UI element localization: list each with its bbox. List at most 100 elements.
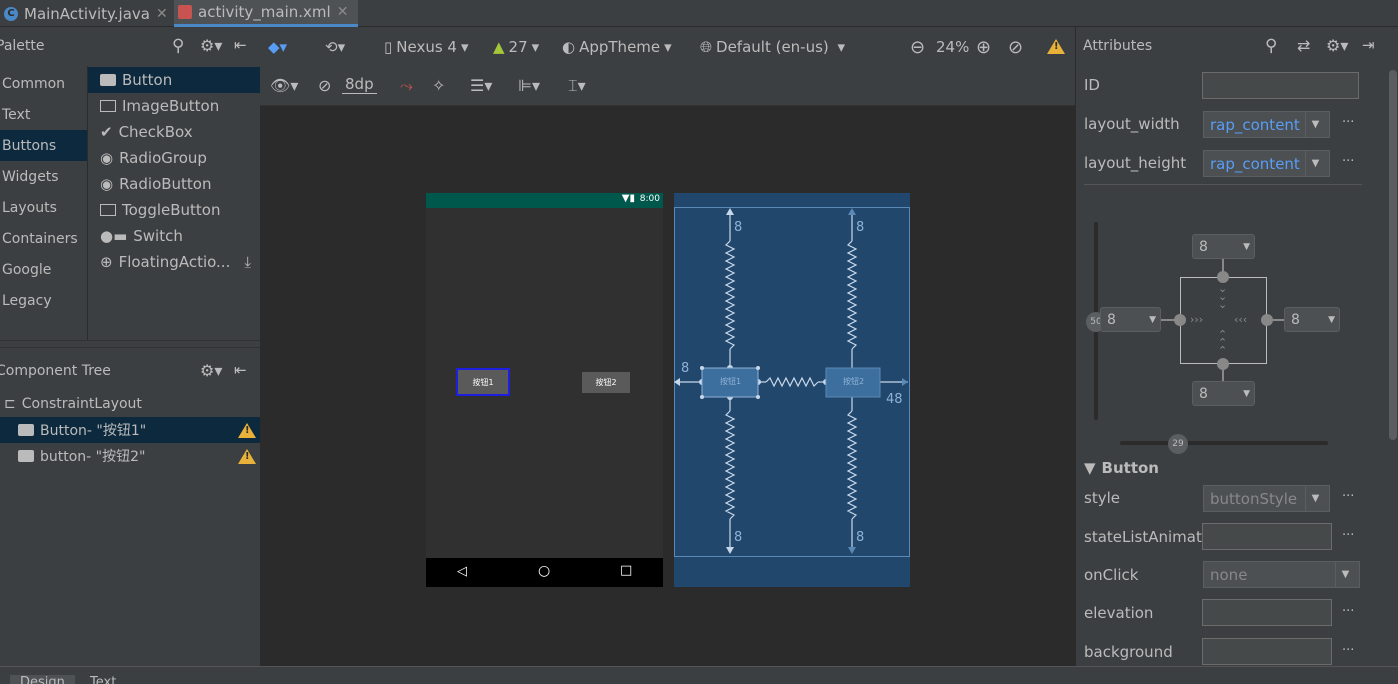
tab-main-activity[interactable]: C MainActivity.java ✕ bbox=[0, 0, 172, 27]
zoom-in-icon[interactable]: ⊕ bbox=[976, 37, 991, 58]
device-label: Nexus 4 bbox=[396, 38, 457, 56]
tree-root[interactable]: ⊏ ConstraintLayout bbox=[0, 391, 260, 417]
more-icon[interactable]: ··· bbox=[1342, 528, 1354, 543]
warning-icon[interactable] bbox=[238, 422, 256, 438]
margin-label: 8 bbox=[734, 220, 743, 235]
margin-top-dropdown[interactable]: 8 ▼ bbox=[1192, 234, 1255, 259]
more-icon[interactable]: ··· bbox=[1342, 489, 1354, 504]
locale-selector[interactable]: 🌐︎ Default (en-us) ▾ bbox=[700, 37, 845, 57]
design-surface-icon[interactable]: ◆▾ bbox=[268, 37, 287, 57]
palette-item-button[interactable]: Button bbox=[88, 67, 260, 93]
infer-constraints-icon[interactable]: ✧ bbox=[432, 76, 445, 95]
palette-item-checkbox[interactable]: ✔ CheckBox bbox=[88, 119, 260, 145]
constraint-springs: ⌄ ⌄ ⌄ ››› ‹‹‹ ⌃ ⌃ ⌃ bbox=[1180, 277, 1267, 364]
collapse-panel-icon[interactable]: ⇤ bbox=[234, 36, 247, 54]
palette-item-togglebutton[interactable]: ToggleButton bbox=[88, 197, 260, 223]
palette-item-label: RadioButton bbox=[119, 175, 212, 193]
layout-width-dropdown[interactable]: rap_content ▼ bbox=[1203, 111, 1330, 138]
state-list-field[interactable] bbox=[1202, 523, 1332, 550]
margin-bottom-dropdown[interactable]: 8 ▼ bbox=[1192, 381, 1255, 406]
status-time: 8:00 bbox=[639, 194, 660, 204]
close-icon[interactable]: ✕ bbox=[337, 4, 349, 20]
chevron-down-icon: ▼ bbox=[1243, 388, 1250, 399]
theme-selector[interactable]: ◐ AppTheme ▾ bbox=[562, 37, 672, 57]
preview-button1[interactable]: 按钮1 bbox=[456, 368, 510, 396]
guidelines-icon[interactable]: ⌶▾ bbox=[568, 76, 586, 96]
search-icon[interactable]: ⚲ bbox=[172, 36, 184, 56]
preview-button2[interactable]: 按钮2 bbox=[582, 372, 630, 393]
panel-splitter[interactable] bbox=[0, 340, 260, 348]
palette-category[interactable]: Buttons bbox=[0, 130, 87, 161]
clear-constraints-icon[interactable]: ⤳ bbox=[400, 76, 413, 96]
spring-icon: ‹‹‹ bbox=[1234, 313, 1248, 326]
horizontal-bias-slider[interactable] bbox=[1120, 441, 1328, 445]
onclick-dropdown[interactable]: none ▼ bbox=[1203, 561, 1360, 588]
button-section-header[interactable]: ▼ Button bbox=[1084, 459, 1159, 477]
tab-design[interactable]: Design bbox=[10, 675, 75, 684]
image-icon bbox=[100, 100, 116, 112]
toggle-icon bbox=[100, 204, 116, 216]
warning-icon[interactable] bbox=[238, 448, 256, 464]
eye-icon[interactable]: 👁︎▾ bbox=[270, 76, 298, 95]
constraint-line bbox=[1222, 258, 1224, 272]
tab-activity-main[interactable]: activity_main.xml ✕ bbox=[174, 0, 358, 27]
gear-icon[interactable]: ⚙▾ bbox=[1326, 36, 1348, 55]
palette-item-fab[interactable]: ⊕ FloatingActio... ⤓ bbox=[88, 249, 260, 275]
collapse-panel-icon[interactable]: ⇤ bbox=[234, 361, 247, 379]
palette-category[interactable]: Containers bbox=[0, 223, 87, 254]
palette-item-radiogroup[interactable]: ◉ RadioGroup bbox=[88, 145, 260, 171]
id-field[interactable] bbox=[1202, 72, 1359, 99]
more-icon[interactable]: ··· bbox=[1342, 604, 1354, 619]
zoom-fit-icon[interactable]: ⊘ bbox=[1008, 37, 1023, 58]
zoom-level: 24% bbox=[936, 38, 970, 56]
swap-view-icon[interactable]: ⇄ bbox=[1297, 36, 1310, 55]
palette-category[interactable]: Layouts bbox=[0, 192, 87, 223]
elevation-field[interactable] bbox=[1202, 599, 1332, 626]
palette-item-radiobutton[interactable]: ◉ RadioButton bbox=[88, 171, 260, 197]
download-icon[interactable]: ⤓ bbox=[244, 253, 251, 271]
warning-icon[interactable] bbox=[1047, 39, 1065, 54]
palette-category[interactable]: Google bbox=[0, 254, 87, 285]
margin-right-dropdown[interactable]: 8 ▼ bbox=[1284, 307, 1340, 332]
style-dropdown[interactable]: buttonStyle ▼ bbox=[1203, 485, 1330, 512]
more-icon[interactable]: ··· bbox=[1342, 115, 1354, 130]
palette-category[interactable]: Text bbox=[0, 99, 87, 130]
tree-item-button2[interactable]: button- "按钮2" bbox=[0, 443, 260, 469]
collapse-panel-icon[interactable]: ⇥ bbox=[1362, 36, 1375, 54]
default-margin[interactable]: 8dp bbox=[342, 75, 377, 94]
gear-icon[interactable]: ⚙▾ bbox=[200, 36, 222, 55]
align-icon[interactable]: ⊫▾ bbox=[518, 76, 540, 95]
button-label: 按钮2 bbox=[595, 378, 617, 387]
background-field[interactable] bbox=[1202, 638, 1332, 665]
tree-item-button1[interactable]: Button- "按钮1" bbox=[0, 417, 260, 443]
palette-title: Palette bbox=[0, 38, 45, 54]
horizontal-bias-thumb[interactable]: 29 bbox=[1168, 434, 1188, 454]
close-icon[interactable]: ✕ bbox=[156, 6, 168, 22]
orientation-icon[interactable]: ⟲▾ bbox=[325, 37, 345, 57]
device-selector[interactable]: ▯ Nexus 4 ▾ bbox=[384, 37, 469, 57]
gear-icon[interactable]: ⚙▾ bbox=[200, 361, 222, 380]
constraint-handle-left[interactable] bbox=[1174, 314, 1186, 326]
palette-item-label: Button bbox=[122, 71, 173, 89]
design-canvas[interactable] bbox=[260, 106, 1075, 666]
palette-category[interactable]: Widgets bbox=[0, 161, 87, 192]
more-icon[interactable]: ··· bbox=[1342, 154, 1354, 169]
palette-item-switch[interactable]: ●▬ Switch bbox=[88, 223, 260, 249]
theme-label: AppTheme bbox=[579, 38, 661, 56]
layout-height-dropdown[interactable]: rap_content ▼ bbox=[1203, 150, 1330, 177]
palette-item-imagebutton[interactable]: ImageButton bbox=[88, 93, 260, 119]
tab-text[interactable]: Text bbox=[80, 675, 126, 684]
palette-category[interactable]: Legacy bbox=[0, 285, 87, 316]
editor-tab-bar: C MainActivity.java ✕ activity_main.xml … bbox=[0, 0, 1398, 27]
margin-value: 8 bbox=[1107, 311, 1116, 328]
zoom-out-icon[interactable]: ⊖ bbox=[910, 37, 925, 58]
search-icon[interactable]: ⚲ bbox=[1265, 36, 1277, 56]
margin-left-dropdown[interactable]: 8 ▼ bbox=[1100, 307, 1161, 332]
constraint-handle-top[interactable] bbox=[1217, 271, 1229, 283]
more-icon[interactable]: ··· bbox=[1342, 643, 1354, 658]
magnet-icon[interactable]: ⊘ bbox=[318, 76, 331, 95]
palette-category[interactable]: Common bbox=[0, 68, 87, 99]
pack-icon[interactable]: ☰▾ bbox=[470, 76, 492, 95]
scrollbar-thumb[interactable] bbox=[1389, 70, 1397, 440]
api-selector[interactable]: ▲ 27 ▾ bbox=[493, 37, 539, 57]
